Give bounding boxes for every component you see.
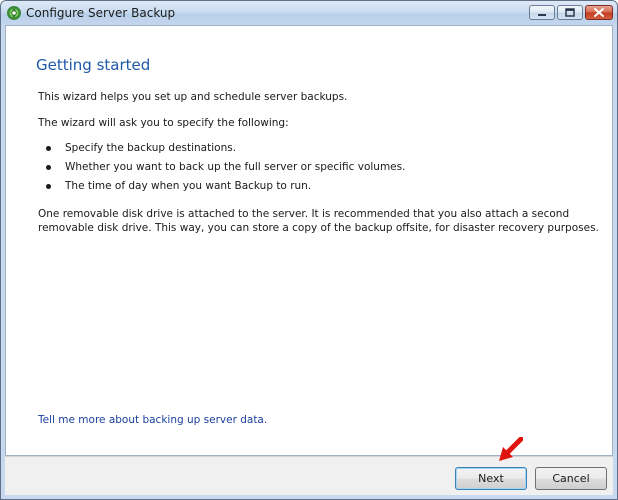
next-button[interactable]: Next: [455, 467, 527, 490]
close-icon: [594, 8, 604, 17]
help-link[interactable]: Tell me more about backing up server dat…: [38, 414, 267, 426]
list-item: Whether you want to back up the full ser…: [65, 161, 406, 173]
minimize-icon: [538, 14, 546, 16]
recommendation-note: One removable disk drive is attached to …: [38, 207, 599, 235]
wizard-content-area: Getting started This wizard helps you se…: [5, 25, 613, 456]
maximize-button[interactable]: [557, 5, 583, 20]
maximize-icon: [565, 8, 575, 17]
title-bar[interactable]: Configure Server Backup: [1, 1, 617, 25]
page-title: Getting started: [36, 56, 151, 74]
intro-text: This wizard helps you set up and schedul…: [38, 91, 348, 103]
red-arrow-icon: [499, 437, 523, 461]
bullet-icon: [46, 165, 51, 170]
note-line: One removable disk drive is attached to …: [38, 208, 570, 220]
dialog-window: Configure Server Backup Getting started …: [0, 0, 618, 500]
ask-text: The wizard will ask you to specify the f…: [38, 117, 289, 129]
bullet-icon: [46, 184, 51, 189]
note-line: removable disk drive. This way, you can …: [38, 222, 599, 234]
bullet-icon: [46, 146, 51, 151]
list-item: The time of day when you want Backup to …: [65, 180, 312, 192]
minimize-button[interactable]: [529, 5, 555, 20]
list-item: Specify the backup destinations.: [65, 142, 237, 154]
window-title: Configure Server Backup: [26, 6, 176, 20]
cancel-button[interactable]: Cancel: [535, 467, 607, 490]
close-button[interactable]: [585, 5, 613, 20]
server-backup-icon: [7, 6, 21, 20]
